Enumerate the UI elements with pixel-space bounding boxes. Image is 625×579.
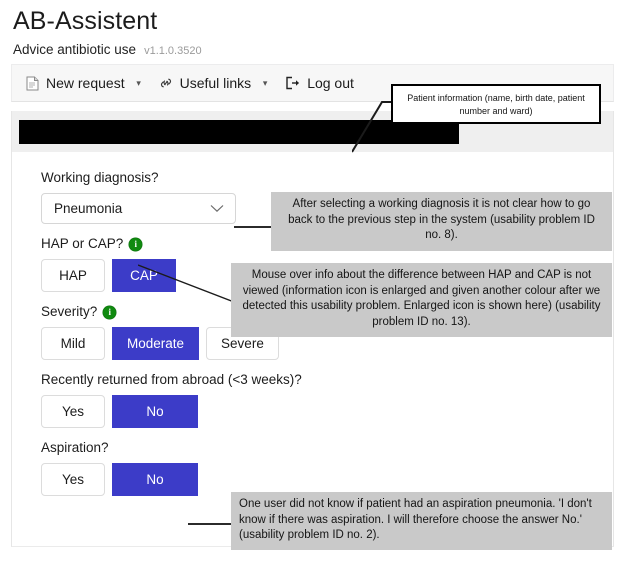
info-icon-hap-cap[interactable]: i (129, 237, 143, 251)
useful-links-label: Useful links (179, 75, 252, 91)
useful-links-button[interactable]: Useful links (159, 75, 252, 91)
annotation-patient-info: Patient information (name, birth date, p… (391, 84, 601, 124)
hap-or-cap-label-text: HAP or CAP? (41, 236, 124, 251)
aspiration-label: Aspiration? (41, 440, 613, 456)
document-icon (26, 76, 39, 91)
field-aspiration: Aspiration? Yes No (41, 440, 613, 496)
field-returned-abroad: Recently returned from abroad (<3 weeks)… (41, 372, 613, 428)
log-out-button[interactable]: Log out (285, 75, 354, 91)
logout-icon (285, 76, 300, 90)
link-icon (159, 76, 173, 90)
returned-abroad-label-text: Recently returned from abroad (<3 weeks)… (41, 372, 302, 387)
app-version: v1.1.0.3520 (144, 45, 202, 57)
severity-label-text: Severity? (41, 304, 98, 319)
new-request-label: New request (46, 75, 125, 91)
new-request-chevron-down-icon[interactable]: ▾ (131, 78, 147, 89)
info-icon-severity[interactable]: i (103, 305, 117, 319)
aspiration-no-button[interactable]: No (112, 463, 198, 496)
annotation-aspiration: One user did not know if patient had an … (231, 492, 612, 550)
aspiration-label-text: Aspiration? (41, 440, 109, 455)
log-out-label: Log out (307, 75, 354, 91)
app-subtitle: Advice antibiotic use (13, 42, 137, 57)
annotation-hap-cap: Mouse over info about the difference bet… (231, 263, 612, 337)
annotation-working-diagnosis: After selecting a working diagnosis it i… (271, 192, 612, 251)
leader-line-working-diagnosis (234, 226, 272, 228)
returned-abroad-no-button[interactable]: No (112, 395, 198, 428)
useful-links-chevron-down-icon[interactable]: ▾ (257, 78, 273, 89)
returned-abroad-options: Yes No (41, 395, 613, 428)
aspiration-yes-button[interactable]: Yes (41, 463, 105, 496)
page-title: AB-Assistent (13, 7, 158, 35)
severity-mild-button[interactable]: Mild (41, 327, 105, 360)
working-diagnosis-label-text: Working diagnosis? (41, 170, 159, 185)
new-request-button[interactable]: New request (26, 75, 125, 91)
severity-moderate-button[interactable]: Moderate (112, 327, 200, 360)
returned-abroad-label: Recently returned from abroad (<3 weeks)… (41, 372, 613, 388)
returned-abroad-yes-button[interactable]: Yes (41, 395, 105, 428)
leader-line-hap-cap (138, 264, 234, 303)
working-diagnosis-select[interactable]: Pneumonia (41, 193, 236, 224)
app-header: AB-Assistent Advice antibiotic use v1.1.… (0, 0, 625, 57)
chevron-down-icon (210, 204, 224, 213)
working-diagnosis-value: Pneumonia (54, 201, 123, 216)
leader-line-aspiration (188, 523, 232, 525)
hap-option-button[interactable]: HAP (41, 259, 105, 292)
working-diagnosis-label: Working diagnosis? (41, 170, 613, 186)
subtitle-row: Advice antibiotic use v1.1.0.3520 (13, 42, 625, 57)
